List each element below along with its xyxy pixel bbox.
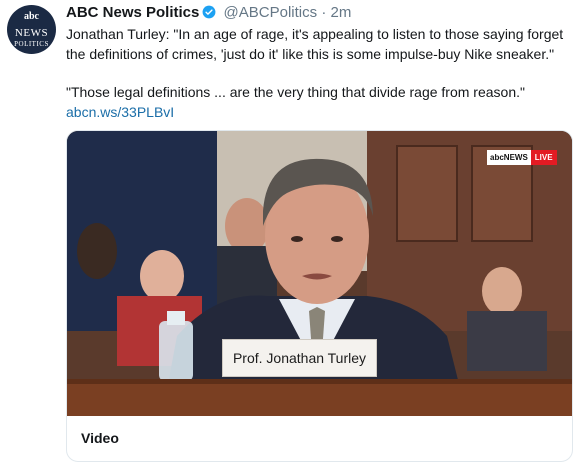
- witness-nameplate: Prof. Jonathan Turley: [222, 339, 377, 377]
- account-handle[interactable]: @ABCPolitics: [224, 4, 318, 21]
- video-player[interactable]: Prof. Jonathan Turley abcNEWS LIVE: [67, 131, 572, 416]
- avatar-politics-text: POLITICS: [14, 40, 49, 48]
- tweet-paragraph: Jonathan Turley: "In an age of rage, it'…: [66, 26, 564, 62]
- live-indicator: LIVE: [530, 150, 557, 165]
- tweet-body: Jonathan Turley: "In an age of rage, it'…: [66, 24, 571, 122]
- verified-badge-icon: [202, 5, 216, 19]
- tweet-link[interactable]: abcn.ws/33PLBvI: [66, 104, 174, 120]
- tweet-header: ABC News Politics @ABCPolitics · 2m: [66, 3, 351, 23]
- card-label: Video: [81, 430, 119, 446]
- account-avatar[interactable]: abc NEWS POLITICS: [7, 5, 56, 54]
- header-separator: ·: [321, 4, 327, 21]
- avatar-abc-logo: abc: [24, 11, 39, 22]
- broadcast-brand-logo: abcNEWS: [487, 150, 531, 165]
- account-name[interactable]: ABC News Politics: [66, 4, 199, 21]
- tweet-timestamp[interactable]: 2m: [330, 4, 351, 21]
- avatar-news-text: NEWS: [14, 27, 49, 39]
- media-card[interactable]: Prof. Jonathan Turley abcNEWS LIVE Video: [66, 130, 573, 462]
- tweet-paragraph: "Those legal definitions ... are the ver…: [66, 84, 525, 100]
- live-broadcast-badge: abcNEWS LIVE: [487, 150, 557, 165]
